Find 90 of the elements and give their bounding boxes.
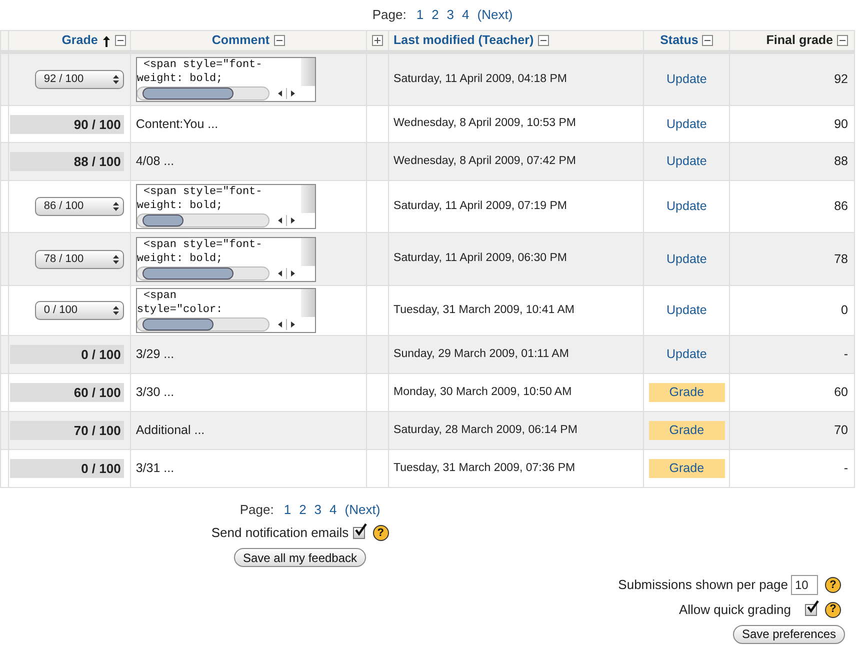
final-grade: 86 — [834, 198, 848, 216]
minus-icon[interactable] — [836, 35, 848, 46]
final-grade: 90 — [834, 116, 848, 133]
final-grade: 92 — [834, 71, 848, 88]
update-link[interactable]: Update — [666, 114, 707, 134]
comment-textarea[interactable]: <span style="color: — [136, 288, 316, 333]
help-icon[interactable]: ? — [825, 602, 841, 618]
final-grade: - — [844, 346, 848, 364]
column-header[interactable]: Status — [660, 31, 698, 50]
update-link[interactable]: Update — [666, 301, 707, 320]
update-link[interactable]: Update — [666, 152, 707, 171]
date-text: Sunday, 29 March 2009, 01:11 AM — [394, 346, 569, 362]
date-text: Saturday, 11 April 2009, 04:18 PM — [394, 72, 567, 87]
next-link[interactable]: (Next) — [344, 500, 380, 524]
page-link[interactable]: 2 — [432, 5, 439, 30]
pager-label: Page: — [240, 501, 274, 519]
scrollbar[interactable] — [300, 58, 315, 86]
grade-button[interactable]: Grade — [648, 421, 725, 440]
save-feedback-button[interactable]: Save all my feedback — [234, 548, 366, 567]
grade-button[interactable]: Grade — [648, 383, 725, 402]
final-grade: - — [844, 460, 848, 478]
comment-textarea[interactable]: <span style="font- weight: bold; — [136, 184, 316, 229]
up-down-arrows-icon — [110, 73, 121, 86]
pager-label: Page: — [372, 6, 406, 24]
minus-icon[interactable] — [274, 35, 285, 46]
date-text: Tuesday, 31 March 2009, 07:36 PM — [394, 460, 576, 476]
column-header: Final grade — [766, 32, 833, 50]
column-header[interactable]: Last modified (Teacher) — [394, 31, 534, 50]
help-icon[interactable]: ? — [372, 525, 389, 541]
grade-value: 0 / 100 — [10, 459, 124, 478]
minus-icon[interactable] — [538, 35, 549, 46]
scrollbar[interactable] — [300, 238, 315, 266]
quick-grading-label: Allow quick grading — [678, 601, 791, 619]
scrollbar[interactable] — [300, 289, 315, 317]
grade-value: 0 / 100 — [10, 345, 124, 364]
page-link[interactable]: 3 — [446, 5, 454, 30]
final-grade: 88 — [834, 153, 848, 170]
date-text: Saturday, 28 March 2009, 06:14 PM — [394, 422, 578, 438]
page-link[interactable]: 3 — [314, 500, 322, 524]
date-text: Wednesday, 8 April 2009, 10:53 PM — [394, 116, 576, 132]
date-text: Saturday, 11 April 2009, 07:19 PM — [394, 198, 567, 214]
up-down-arrows-icon — [110, 200, 121, 213]
final-grade: 0 — [841, 302, 848, 320]
column-header[interactable]: Comment — [212, 31, 270, 50]
per-page-field[interactable]: 10 — [791, 575, 818, 595]
minus-icon[interactable] — [114, 35, 126, 46]
final-grade: 78 — [834, 250, 848, 268]
date-text: Saturday, 11 April 2009, 06:30 PM — [394, 251, 567, 266]
grade-select[interactable]: 92 / 100 — [34, 70, 124, 89]
grade-button[interactable]: Grade — [648, 459, 725, 478]
minus-icon[interactable] — [702, 35, 714, 46]
update-link[interactable]: Update — [666, 345, 707, 364]
page-link[interactable]: 4 — [330, 500, 337, 524]
date-text: Tuesday, 31 March 2009, 10:41 AM — [394, 302, 574, 318]
per-page-label: Submissions shown per page — [618, 576, 788, 594]
page-link[interactable]: 1 — [284, 500, 292, 524]
column-header[interactable]: Grade — [62, 31, 98, 50]
date-text: Monday, 30 March 2009, 10:50 AM — [394, 384, 572, 400]
grade-select[interactable]: 0 / 100 — [34, 301, 124, 320]
page-link[interactable]: 1 — [416, 5, 424, 30]
update-link[interactable]: Update — [666, 197, 707, 216]
comment-textarea[interactable]: <span style="font- weight: bold; — [136, 57, 316, 102]
comment-text: Additional ... — [136, 422, 205, 440]
scrollbar[interactable] — [300, 185, 315, 213]
comment-text: 3/30 ... — [136, 384, 174, 402]
help-icon[interactable]: ? — [825, 577, 841, 593]
save-preferences-button[interactable]: Save preferences — [732, 624, 845, 644]
page-link[interactable]: 4 — [462, 5, 470, 30]
next-link[interactable]: (Next) — [477, 5, 513, 30]
comment-text: 4/08 ... — [136, 153, 174, 170]
grade-value: 70 / 100 — [10, 421, 124, 440]
comment-textarea[interactable]: <span style="font- weight: bold; — [136, 236, 316, 282]
grade-value: 60 / 100 — [10, 383, 124, 402]
update-link[interactable]: Update — [666, 250, 707, 268]
date-text: Wednesday, 8 April 2009, 07:42 PM — [394, 154, 576, 169]
up-down-arrows-icon — [110, 252, 121, 266]
grade-value: 90 / 100 — [10, 114, 124, 134]
final-grade: 60 — [834, 384, 848, 402]
comment-text: Content:You ... — [136, 116, 218, 133]
update-link[interactable]: Update — [666, 70, 707, 89]
page-link[interactable]: 2 — [299, 500, 306, 524]
comment-text: 3/31 ... — [136, 460, 174, 478]
comment-text: 3/29 ... — [136, 346, 174, 364]
final-grade: 70 — [834, 422, 848, 440]
grade-value: 88 / 100 — [10, 152, 124, 171]
notify-label: Send notification emails — [211, 524, 349, 542]
plus-icon[interactable] — [372, 35, 383, 46]
grade-select[interactable]: 86 / 100 — [34, 197, 124, 216]
grade-select[interactable]: 78 / 100 — [34, 250, 124, 268]
up-down-arrows-icon — [110, 304, 121, 317]
